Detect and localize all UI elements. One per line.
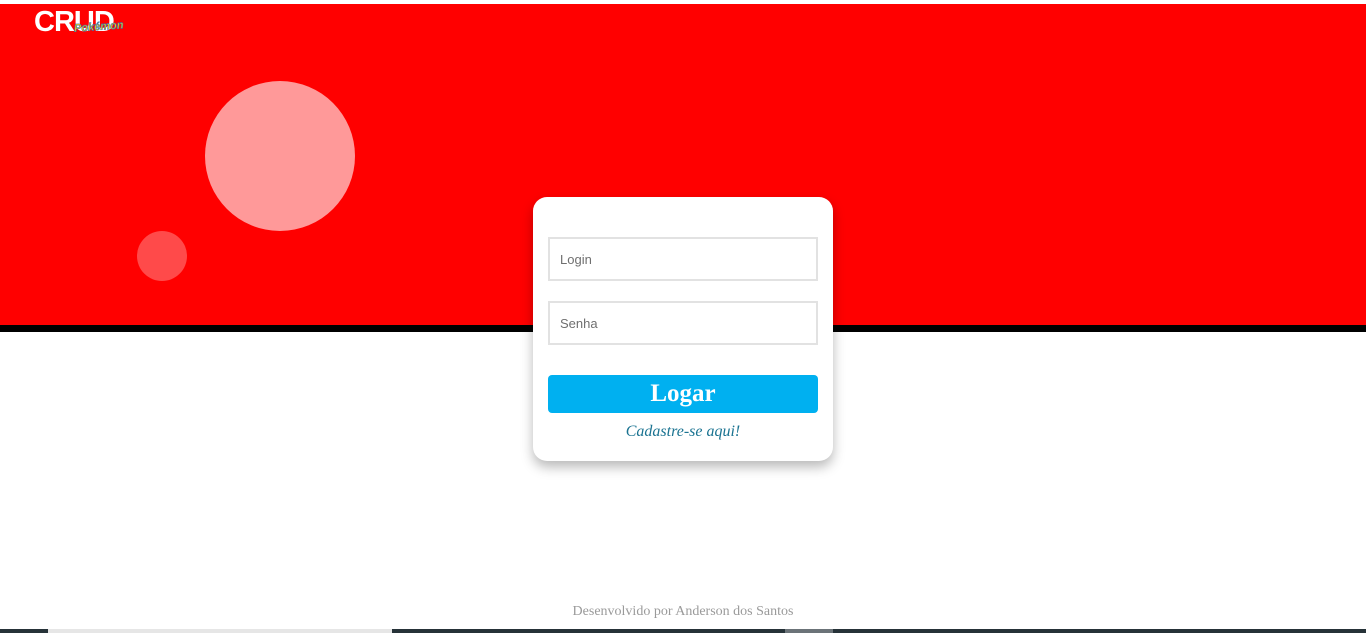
register-link[interactable]: Cadastre-se aqui! bbox=[533, 423, 833, 441]
bottom-bar-segment bbox=[48, 629, 392, 633]
logo-pokemon-text: Pokémon bbox=[73, 19, 124, 35]
decorative-bubble-large bbox=[205, 81, 355, 231]
page: CRUD Pokémon Logar Cadastre-se aqui! Des… bbox=[0, 0, 1366, 633]
crud-pokemon-logo[interactable]: CRUD Pokémon bbox=[34, 6, 130, 40]
login-button[interactable]: Logar bbox=[548, 375, 818, 413]
password-input[interactable] bbox=[548, 301, 818, 345]
decorative-bubble-small bbox=[137, 231, 187, 281]
footer-credit: Desenvolvido por Anderson dos Santos bbox=[572, 604, 794, 619]
login-input[interactable] bbox=[548, 237, 818, 281]
login-card: Logar Cadastre-se aqui! bbox=[533, 197, 833, 461]
bottom-bar-segment bbox=[785, 629, 833, 633]
